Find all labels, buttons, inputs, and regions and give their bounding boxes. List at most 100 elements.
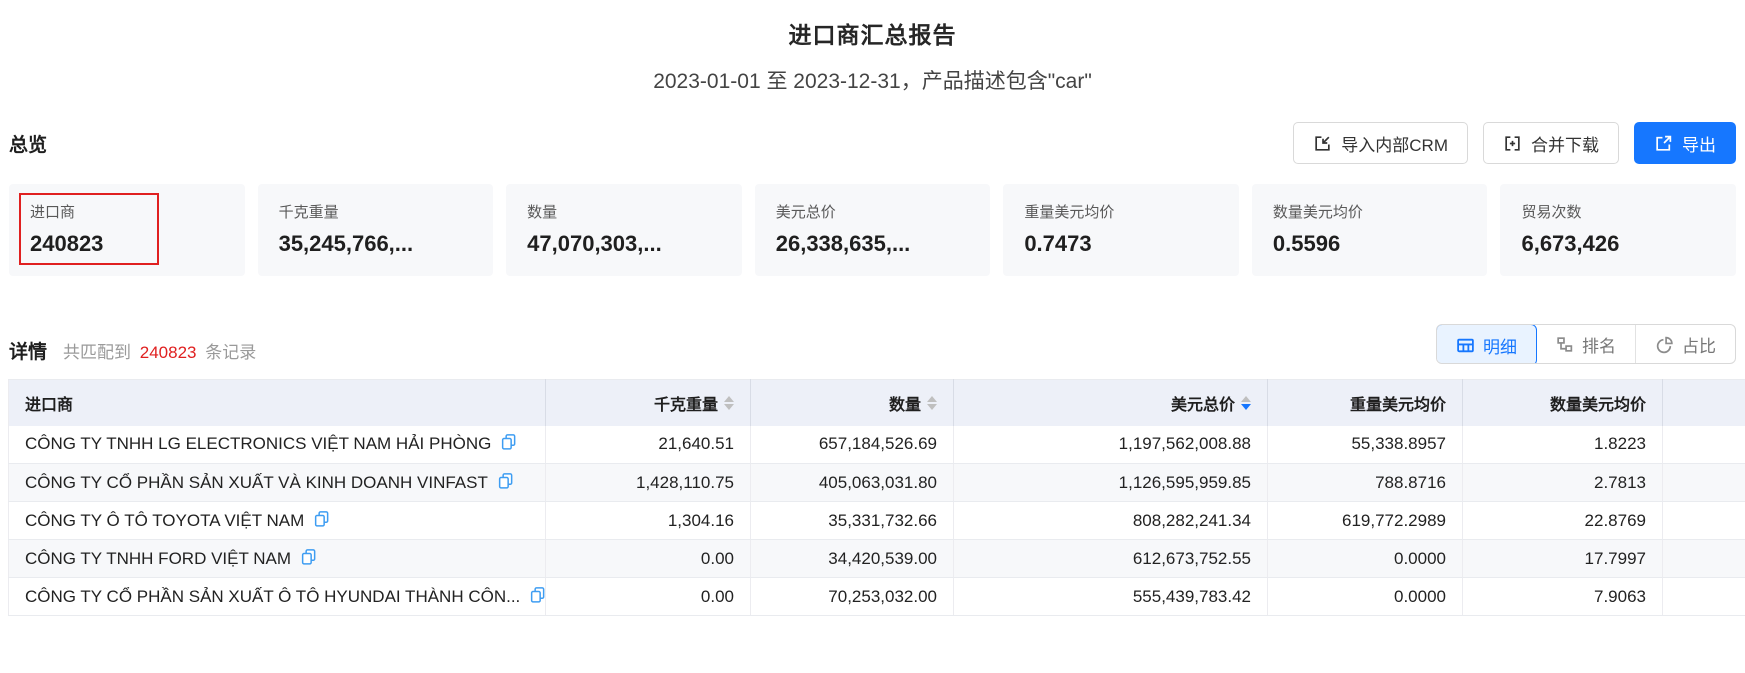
cell-usd-per-kg: 0.0000 — [1267, 577, 1463, 616]
stat-card-importers[interactable]: 进口商 240823 — [9, 184, 245, 276]
stat-label: 数量美元均价 — [1272, 204, 1363, 221]
table-row[interactable]: CÔNG TY TNHH FORD VIỆT NAM 0.00 34,420,5… — [8, 539, 1745, 578]
cell-usd-per-qty: 17.7997 — [1462, 539, 1663, 578]
col-header-usd-per-qty: 数量美元均价 — [1462, 379, 1663, 426]
col-header-importer: 进口商 — [8, 379, 546, 426]
col-header-usd-total[interactable]: 美元总价 — [953, 379, 1268, 426]
toolbar: 导入内部CRM 合并下载 导出 — [1293, 122, 1736, 164]
cell-quantity: 70,253,032.00 — [750, 577, 954, 616]
tab-proportion-label: 占比 — [1682, 336, 1716, 356]
cell-empty — [1662, 463, 1745, 502]
col-header-empty — [1662, 379, 1745, 426]
table-row[interactable]: CÔNG TY Ô TÔ TOYOTA VIỆT NAM 1,304.16 35… — [8, 501, 1745, 540]
tab-ranking-label: 排名 — [1582, 336, 1616, 356]
cell-quantity: 657,184,526.69 — [750, 425, 954, 464]
col-header-kg-weight[interactable]: 千克重量 — [545, 379, 751, 426]
stat-card-usd-per-qty[interactable]: 数量美元均价 0.5596 — [1251, 184, 1488, 276]
cell-usd-per-kg: 619,772.2989 — [1267, 501, 1463, 540]
stat-card-usd-per-kg[interactable]: 重量美元均价 0.7473 — [1003, 184, 1239, 276]
match-count: 240823 — [139, 343, 197, 362]
col-header-usd-per-kg: 重量美元均价 — [1267, 379, 1463, 426]
tab-proportion[interactable]: 占比 — [1636, 325, 1735, 363]
cell-kg-weight: 21,640.51 — [545, 425, 751, 464]
details-bar: 详情 共匹配到 240823 条记录 明细 排名 占比 — [0, 324, 1745, 364]
importer-summary-report-page: 进口商汇总报告 2023-01-01 至 2023-12-31，产品描述包含"c… — [0, 0, 1745, 673]
cell-usd-per-kg: 788.8716 — [1267, 463, 1463, 502]
importer-name[interactable]: CÔNG TY TNHH LG ELECTRONICS VIỆT NAM HẢI… — [25, 434, 491, 454]
stat-value: 0.5596 — [1272, 231, 1341, 256]
import-icon — [1313, 134, 1332, 153]
details-section-title: 详情 — [9, 342, 48, 363]
stat-label: 进口商 — [30, 204, 76, 221]
cell-usd-per-kg: 0.0000 — [1267, 539, 1463, 578]
cell-kg-weight: 1,304.16 — [545, 501, 751, 540]
stat-label: 美元总价 — [775, 204, 836, 221]
pie-icon — [1655, 335, 1674, 354]
table-row[interactable]: CÔNG TY CỔ PHẦN SẢN XUẤT Ô TÔ HYUNDAI TH… — [8, 577, 1745, 616]
stat-card-quantity[interactable]: 数量 47,070,303,... — [506, 184, 742, 276]
copy-icon[interactable] — [500, 433, 517, 455]
cell-empty — [1662, 539, 1745, 578]
stat-value: 0.7473 — [1024, 231, 1092, 256]
cell-usd-total: 555,439,783.42 — [953, 577, 1268, 616]
stat-value: 35,245,766,... — [278, 231, 414, 256]
table-row[interactable]: CÔNG TY TNHH LG ELECTRONICS VIỆT NAM HẢI… — [8, 425, 1745, 464]
table-header-row: 进口商 千克重量 数量 美元总价 重量美元均价 数量美元均价 — [8, 379, 1745, 426]
stat-card-trade-count[interactable]: 贸易次数 6,673,426 — [1500, 184, 1737, 276]
cell-usd-per-kg: 55,338.8957 — [1267, 425, 1463, 464]
cell-usd-total: 612,673,752.55 — [953, 539, 1268, 578]
cell-usd-total: 1,126,595,959.85 — [953, 463, 1268, 502]
cell-empty — [1662, 501, 1745, 540]
cell-usd-per-qty: 2.7813 — [1462, 463, 1663, 502]
importer-name[interactable]: CÔNG TY CỔ PHẦN SẢN XUẤT VÀ KINH DOANH V… — [25, 473, 488, 493]
sort-carets-icon[interactable] — [724, 395, 734, 410]
col-header-label: 美元总价 — [1170, 396, 1235, 414]
cell-usd-per-qty: 22.8769 — [1462, 501, 1663, 540]
importer-name[interactable]: CÔNG TY CỔ PHẦN SẢN XUẤT Ô TÔ HYUNDAI TH… — [25, 587, 520, 607]
col-header-label: 千克重量 — [653, 396, 718, 414]
cell-quantity: 35,331,732.66 — [750, 501, 954, 540]
stat-card-usd-total[interactable]: 美元总价 26,338,635,... — [754, 184, 991, 276]
ranking-icon — [1555, 335, 1574, 354]
match-summary: 共匹配到 240823 条记录 — [63, 338, 256, 363]
copy-icon[interactable] — [529, 586, 545, 608]
cell-empty — [1662, 577, 1745, 616]
merge-download-button[interactable]: 合并下载 — [1483, 122, 1619, 164]
overview-section-title: 总览 — [9, 134, 48, 156]
sort-carets-icon[interactable] — [927, 395, 937, 410]
stat-cards: 进口商 240823 千克重量 35,245,766,... 数量 47,070… — [0, 184, 1745, 276]
copy-icon[interactable] — [497, 472, 514, 494]
cell-usd-per-qty: 1.8223 — [1462, 425, 1663, 464]
tab-ranking[interactable]: 排名 — [1536, 325, 1636, 363]
merge-download-label: 合并下载 — [1531, 135, 1599, 155]
stat-label: 贸易次数 — [1521, 204, 1582, 221]
stat-value: 47,070,303,... — [527, 231, 662, 256]
export-button[interactable]: 导出 — [1634, 122, 1736, 164]
tab-detail[interactable]: 明细 — [1437, 325, 1537, 363]
importer-name[interactable]: CÔNG TY TNHH FORD VIỆT NAM — [25, 549, 291, 569]
col-header-quantity[interactable]: 数量 — [750, 379, 954, 426]
import-crm-button[interactable]: 导入内部CRM — [1293, 122, 1468, 164]
sort-carets-icon-active-desc[interactable] — [1241, 395, 1251, 410]
import-crm-label: 导入内部CRM — [1341, 135, 1448, 155]
table-icon — [1456, 336, 1475, 355]
page-subtitle: 2023-01-01 至 2023-12-31，产品描述包含"car" — [653, 70, 1092, 93]
cell-usd-total: 1,197,562,008.88 — [953, 425, 1268, 464]
export-label: 导出 — [1682, 135, 1716, 155]
stat-label: 重量美元均价 — [1024, 204, 1115, 221]
cell-quantity: 34,420,539.00 — [750, 539, 954, 578]
stat-card-kg-weight[interactable]: 千克重量 35,245,766,... — [257, 184, 494, 276]
cell-kg-weight: 1,428,110.75 — [545, 463, 751, 502]
export-icon — [1654, 134, 1673, 153]
match-prefix: 共匹配到 — [63, 343, 132, 362]
overview-bar: 总览 导入内部CRM 合并下载 导出 — [0, 121, 1745, 165]
copy-icon[interactable] — [300, 548, 317, 570]
stat-value: 6,673,426 — [1521, 231, 1620, 256]
copy-icon[interactable] — [313, 510, 330, 532]
match-suffix: 条记录 — [205, 343, 257, 362]
cell-empty — [1662, 425, 1745, 464]
stat-value: 240823 — [30, 231, 104, 256]
table-row[interactable]: CÔNG TY CỔ PHẦN SẢN XUẤT VÀ KINH DOANH V… — [8, 463, 1745, 502]
cell-usd-per-qty: 7.9063 — [1462, 577, 1663, 616]
importer-name[interactable]: CÔNG TY Ô TÔ TOYOTA VIỆT NAM — [25, 511, 304, 531]
